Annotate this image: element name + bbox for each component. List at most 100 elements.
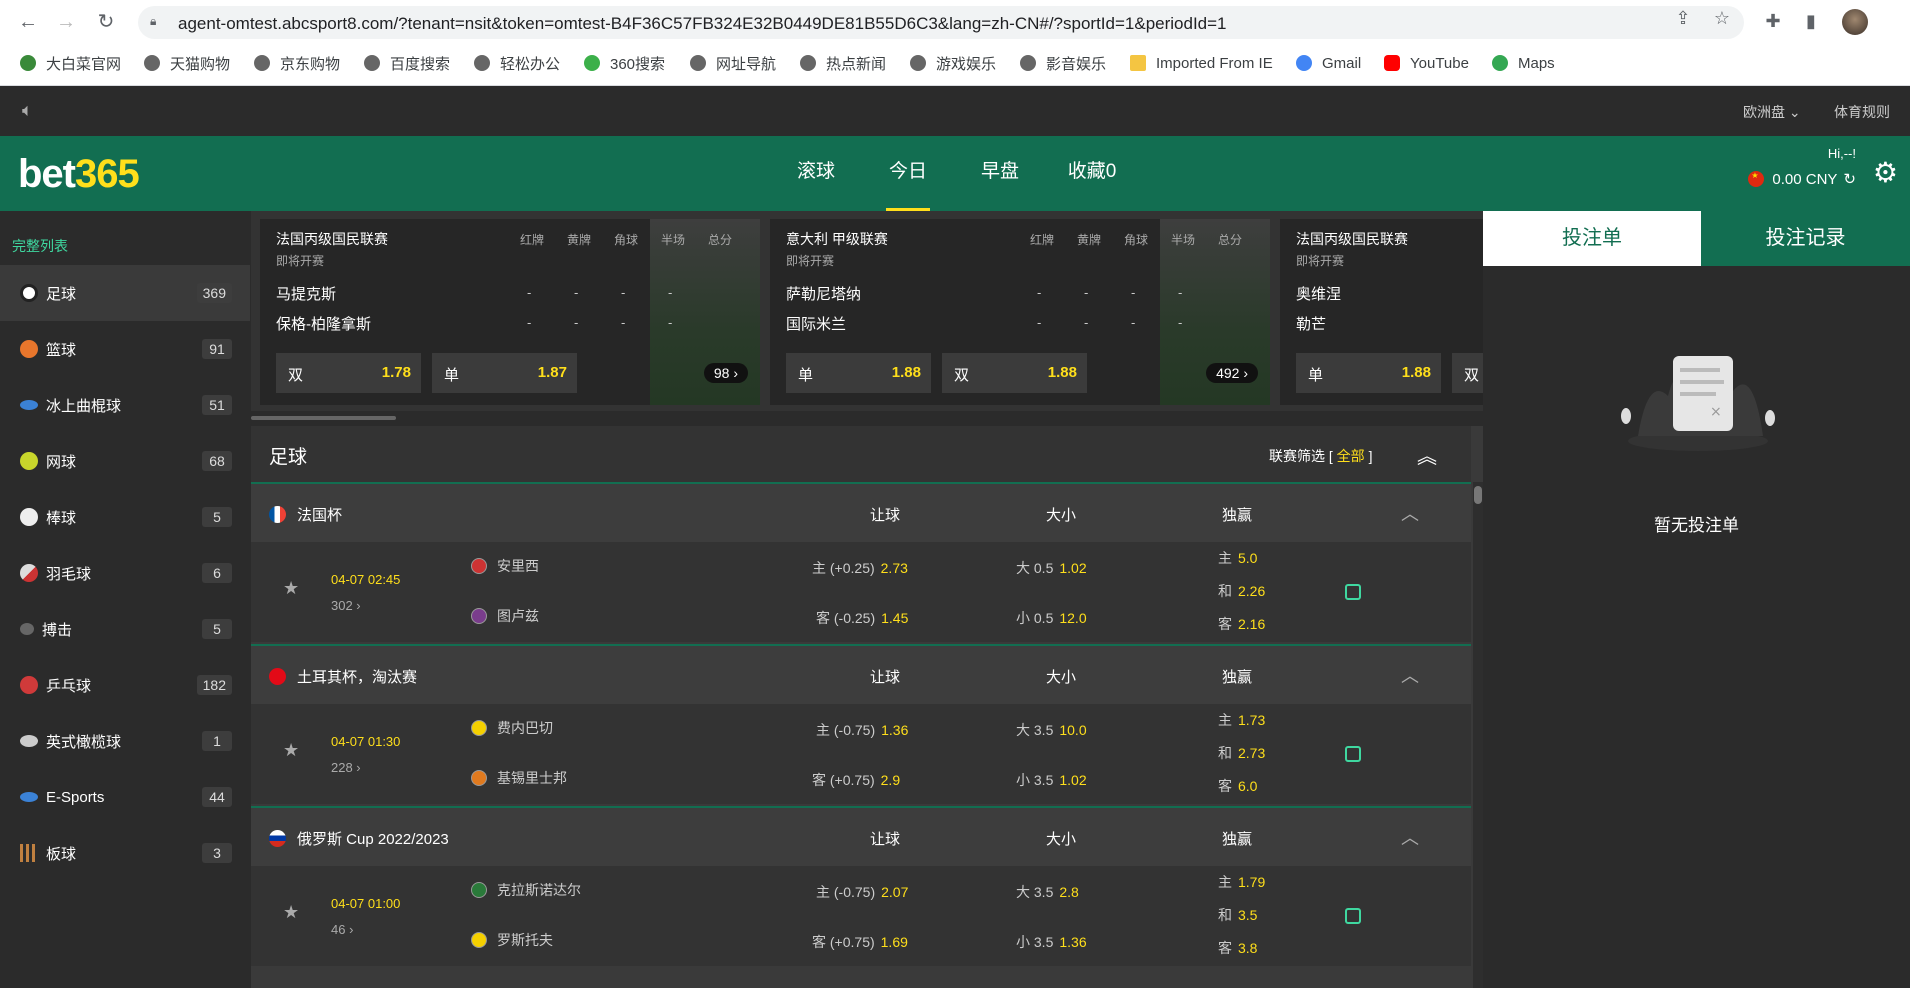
- under-odds[interactable]: 小 3.5 1.02: [1016, 770, 1087, 790]
- sidebar-item-tennis[interactable]: 网球 68: [0, 433, 250, 489]
- league-filter[interactable]: 联赛筛选 [ 全部 ]: [1269, 446, 1372, 466]
- tab-today[interactable]: 今日: [862, 136, 954, 211]
- sidebar-item-combat[interactable]: 搏击 5: [0, 601, 250, 657]
- bookmark-item[interactable]: Maps: [1492, 52, 1555, 74]
- odds-button[interactable]: 双: [1452, 353, 1483, 393]
- star-icon[interactable]: ★: [283, 902, 299, 923]
- handicap-away-odds[interactable]: 客 (+0.75) 2.9: [812, 770, 900, 790]
- bet365-logo[interactable]: bet365: [18, 152, 140, 197]
- moneyline-away-odds[interactable]: 客 6.0: [1218, 776, 1257, 796]
- moneyline-home-odds[interactable]: 主 5.0: [1218, 548, 1257, 568]
- odds-button[interactable]: 双 1.88: [942, 353, 1087, 393]
- sidebar-item-rugby[interactable]: 英式橄榄球 1: [0, 713, 250, 769]
- share-icon[interactable]: ⇪: [1672, 8, 1694, 29]
- chevron-up-icon[interactable]: ︿: [1401, 500, 1419, 526]
- bookmark-item[interactable]: Imported From IE: [1130, 52, 1273, 74]
- sidebar-item-badminton[interactable]: 羽毛球 6: [0, 545, 250, 601]
- featured-match-card[interactable]: 法国丙级国民联赛 即将开赛 红牌 黄牌 角球 半场 总分 马提克斯 保格-柏隆拿…: [260, 219, 760, 405]
- more-markets-link[interactable]: 228 ›: [331, 760, 361, 775]
- moneyline-away-odds[interactable]: 客 3.8: [1218, 938, 1257, 958]
- sidebar-item-cricket[interactable]: 板球 3: [0, 825, 250, 881]
- bookmark-item[interactable]: 轻松办公: [474, 52, 560, 74]
- pitch-stats-icon[interactable]: [1345, 584, 1361, 600]
- bookmark-item[interactable]: 游戏娱乐: [910, 52, 996, 74]
- handicap-home-odds[interactable]: 主 (-0.75) 1.36: [816, 720, 908, 740]
- bookmark-item[interactable]: YouTube: [1384, 52, 1469, 74]
- competition-header[interactable]: 土耳其杯，淘汰赛 让球 大小 独赢 ︿: [251, 644, 1471, 704]
- moneyline-away-odds[interactable]: 客 2.16: [1218, 614, 1265, 634]
- competition-header[interactable]: 法国杯 让球 大小 独赢 ︿: [251, 482, 1471, 542]
- bookmark-item[interactable]: 360搜索: [584, 52, 665, 74]
- carousel-scrollbar[interactable]: [251, 416, 396, 420]
- competition-header[interactable]: 俄罗斯 Cup 2022/2023 让球 大小 独赢 ︿: [251, 806, 1471, 866]
- sidebar-item-esports[interactable]: E-Sports 44: [0, 769, 250, 825]
- handicap-home-odds[interactable]: 主 (-0.75) 2.07: [816, 882, 908, 902]
- back-icon[interactable]: ←: [16, 10, 40, 34]
- bookmark-item[interactable]: 天猫购物: [144, 52, 230, 74]
- featured-match-card[interactable]: 法国丙级国民联赛 即将开赛 奥维涅 勒芒 单 1.88 双: [1280, 219, 1483, 405]
- chevron-up-icon[interactable]: ︿: [1401, 824, 1419, 850]
- side-panel-icon[interactable]: ▮: [1800, 11, 1822, 32]
- address-bar[interactable]: 🔒︎ agent-omtest.abcsport8.com/?tenant=ns…: [138, 6, 1744, 39]
- sidebar-item-basketball[interactable]: 篮球 91: [0, 321, 250, 377]
- sidebar-item-ice-hockey[interactable]: 冰上曲棍球 51: [0, 377, 250, 433]
- more-markets-link[interactable]: 302 ›: [331, 598, 361, 613]
- url-text[interactable]: agent-omtest.abcsport8.com/?tenant=nsit&…: [178, 14, 1227, 34]
- more-markets-button[interactable]: 492 ›: [1206, 363, 1258, 383]
- collapse-all-icon[interactable]: ︽: [1417, 440, 1437, 469]
- tab-live[interactable]: 滚球: [770, 136, 862, 211]
- odds-button[interactable]: 单 1.88: [786, 353, 931, 393]
- more-markets-button[interactable]: 98 ›: [703, 363, 748, 383]
- over-odds[interactable]: 大 3.5 10.0: [1016, 720, 1087, 740]
- vertical-scrollbar[interactable]: [1473, 482, 1483, 988]
- more-markets-link[interactable]: 46 ›: [331, 922, 353, 937]
- bookmark-item[interactable]: 大白菜官网: [20, 52, 121, 74]
- chevron-up-icon[interactable]: ︿: [1401, 662, 1419, 688]
- odds-button[interactable]: 单 1.88: [1296, 353, 1441, 393]
- full-list-link[interactable]: 完整列表: [12, 236, 68, 256]
- scroll-thumb[interactable]: [1474, 486, 1482, 504]
- handicap-away-odds[interactable]: 客 (-0.25) 1.45: [816, 608, 908, 628]
- bookmark-item[interactable]: 百度搜索: [364, 52, 450, 74]
- bookmark-item[interactable]: 网址导航: [690, 52, 776, 74]
- odds-button[interactable]: 单 1.87: [432, 353, 577, 393]
- refresh-icon[interactable]: ↻: [1843, 170, 1856, 188]
- moneyline-draw-odds[interactable]: 和 2.26: [1218, 581, 1265, 601]
- over-odds[interactable]: 大 3.5 2.8: [1016, 882, 1079, 902]
- pitch-stats-icon[interactable]: [1345, 746, 1361, 762]
- star-icon[interactable]: ★: [283, 740, 299, 761]
- profile-avatar[interactable]: [1842, 9, 1868, 35]
- moneyline-draw-odds[interactable]: 和 2.73: [1218, 743, 1265, 763]
- moneyline-home-odds[interactable]: 主 1.79: [1218, 872, 1265, 892]
- moneyline-home-odds[interactable]: 主 1.73: [1218, 710, 1265, 730]
- featured-match-card[interactable]: 意大利 甲级联赛 即将开赛 红牌 黄牌 角球 半场 总分 萨勒尼塔纳 国际米兰 …: [770, 219, 1270, 405]
- bookmark-star-icon[interactable]: ☆: [1711, 8, 1733, 29]
- odds-format-select[interactable]: 欧洲盘 ⌄: [1743, 102, 1801, 122]
- under-odds[interactable]: 小 3.5 1.36: [1016, 932, 1087, 952]
- handicap-home-odds[interactable]: 主 (+0.25) 2.73: [812, 558, 908, 578]
- over-odds[interactable]: 大 0.5 1.02: [1016, 558, 1087, 578]
- tab-favorites[interactable]: 收藏0: [1046, 136, 1138, 211]
- handicap-away-odds[interactable]: 客 (+0.75) 1.69: [812, 932, 908, 952]
- moneyline-draw-odds[interactable]: 和 3.5: [1218, 905, 1257, 925]
- bookmark-item[interactable]: 影音娱乐: [1020, 52, 1106, 74]
- star-icon[interactable]: ★: [283, 578, 299, 599]
- forward-icon[interactable]: →: [54, 10, 78, 34]
- pitch-stats-icon[interactable]: [1345, 908, 1361, 924]
- sound-icon[interactable]: 🔈︎: [22, 100, 33, 121]
- odds-button[interactable]: 双 1.78: [276, 353, 421, 393]
- under-odds[interactable]: 小 0.5 12.0: [1016, 608, 1087, 628]
- bookmark-item[interactable]: Gmail: [1296, 52, 1361, 74]
- tab-early[interactable]: 早盘: [954, 136, 1046, 211]
- tab-bet-history[interactable]: 投注记录: [1701, 211, 1910, 266]
- sports-rules-link[interactable]: 体育规则: [1834, 102, 1890, 122]
- bookmark-item[interactable]: 热点新闻: [800, 52, 886, 74]
- sidebar-item-table-tennis[interactable]: 乒乓球 182: [0, 657, 250, 713]
- gear-icon[interactable]: ⚙: [1873, 156, 1898, 189]
- tab-bet-slip[interactable]: 投注单: [1483, 211, 1701, 266]
- sidebar-item-football[interactable]: 足球 369: [0, 265, 250, 321]
- bookmark-item[interactable]: 京东购物: [254, 52, 340, 74]
- extensions-icon[interactable]: ✚: [1762, 11, 1784, 32]
- sidebar-item-baseball[interactable]: 棒球 5: [0, 489, 250, 545]
- reload-icon[interactable]: ↻: [94, 10, 118, 34]
